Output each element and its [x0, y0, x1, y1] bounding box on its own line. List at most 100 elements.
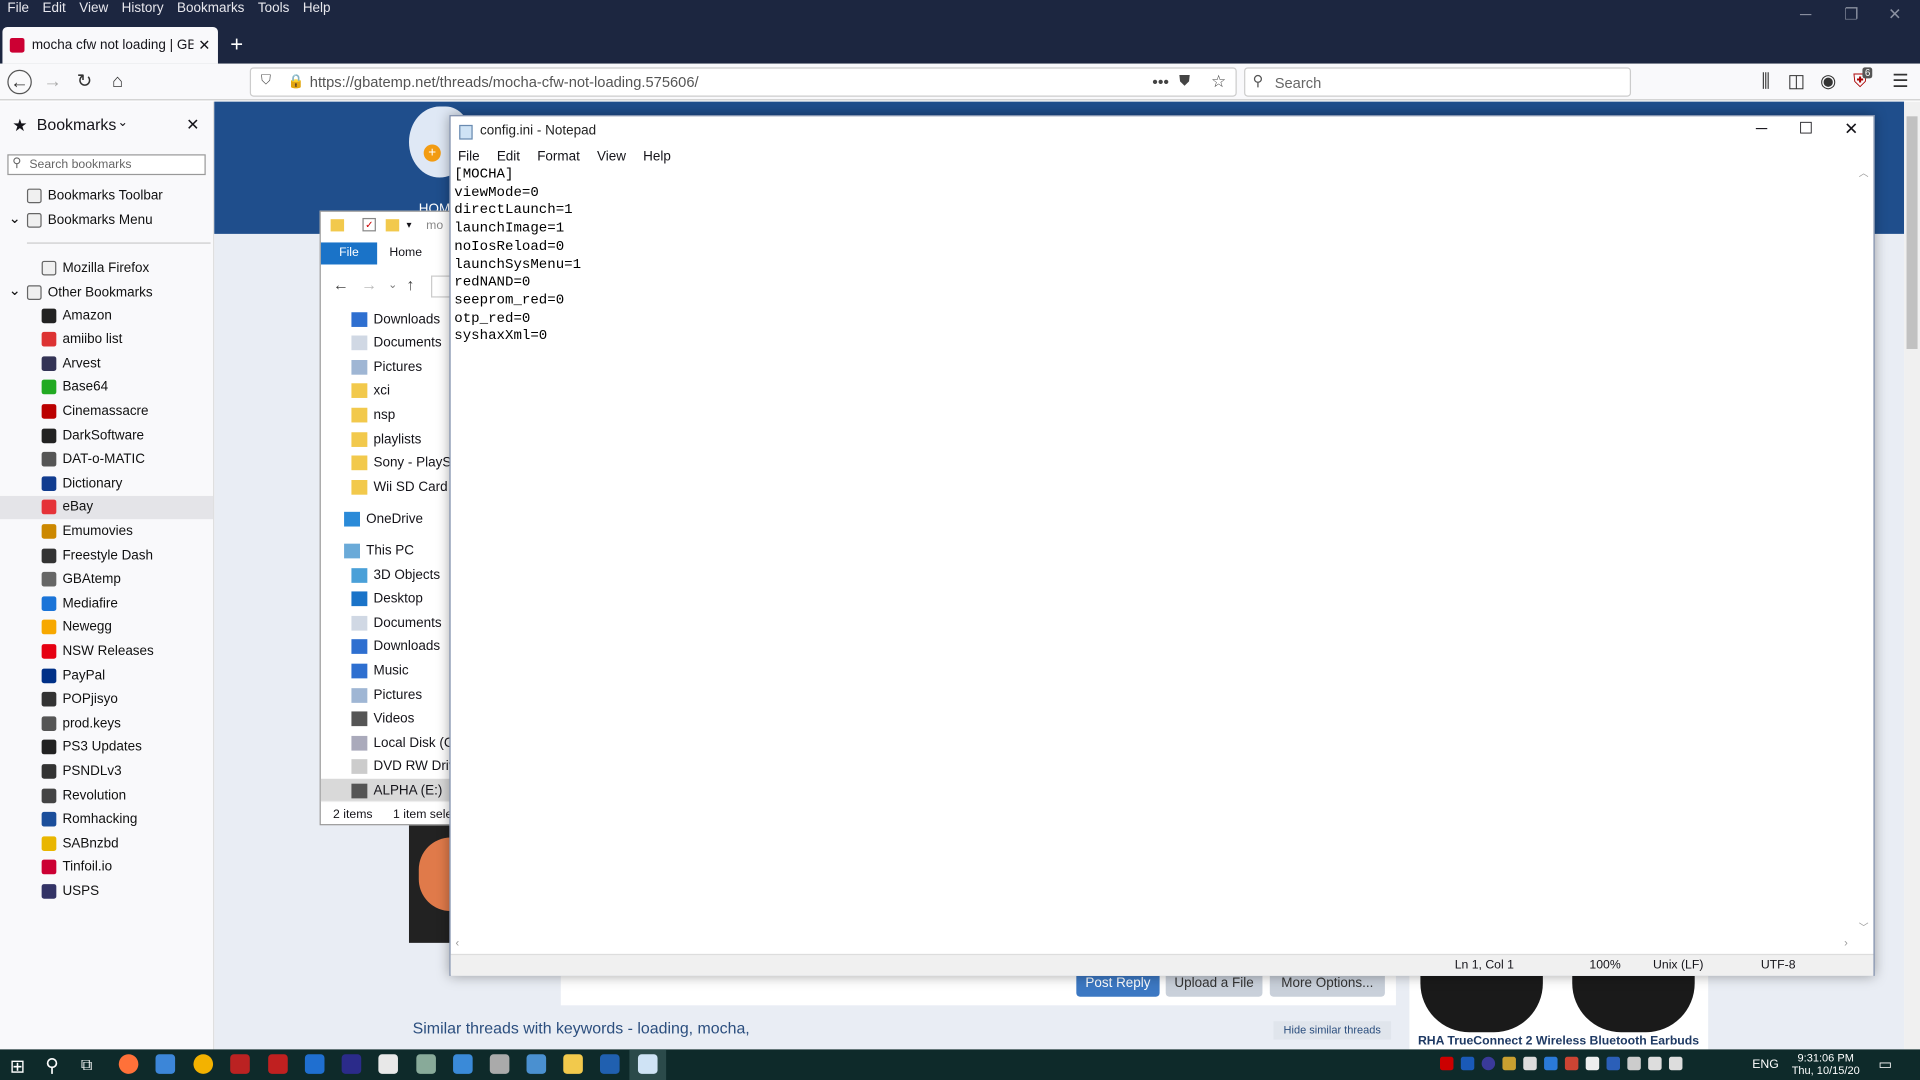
- maximize-icon[interactable]: ☐: [1799, 119, 1813, 139]
- nav-pane-item[interactable]: xci: [321, 379, 453, 402]
- restore-icon[interactable]: ❐: [1844, 5, 1858, 25]
- language-indicator[interactable]: ENG: [1752, 1058, 1779, 1071]
- bookmark-item[interactable]: PayPal: [0, 664, 213, 687]
- bookmark-item[interactable]: Romhacking: [0, 808, 213, 831]
- scroll-right-icon[interactable]: ›: [1844, 937, 1848, 949]
- nav-pane-item[interactable]: Local Disk (C:): [321, 731, 453, 754]
- recent-dropdown-icon[interactable]: ⌄: [388, 278, 397, 291]
- back-button[interactable]: ←: [7, 69, 32, 95]
- bookmark-item[interactable]: USPS: [0, 880, 213, 903]
- monitor-taskbar-icon[interactable]: [304, 1054, 325, 1074]
- bookmark-folder-bookmarks-toolbar[interactable]: Bookmarks Toolbar: [0, 184, 213, 207]
- bookmark-folder-other-bookmarks[interactable]: ⌄ Other Bookmarks: [0, 280, 213, 303]
- bookmark-item[interactable]: amiibo list: [0, 328, 213, 351]
- browser-menu-view[interactable]: View: [72, 0, 114, 20]
- notepad-taskbar-icon[interactable]: [637, 1054, 658, 1074]
- display-taskbar-icon[interactable]: [453, 1054, 473, 1074]
- system-tray[interactable]: [1440, 1056, 1746, 1074]
- tray-circle-icon[interactable]: [1481, 1056, 1496, 1071]
- bookmark-item[interactable]: Dictionary: [0, 472, 213, 495]
- search-icon[interactable]: ⚲: [45, 1054, 58, 1077]
- bookmark-item[interactable]: Revolution: [0, 784, 213, 807]
- notification-icon[interactable]: ▭: [1878, 1056, 1892, 1073]
- nav-pane-item[interactable]: playlists: [321, 427, 453, 450]
- close-icon[interactable]: ✕: [1844, 119, 1858, 140]
- tray-check-icon[interactable]: [1502, 1056, 1516, 1071]
- notepad-window[interactable]: config.ini - Notepad ─ ☐ ✕ File Edit Forma…: [449, 115, 1875, 976]
- notepad-menu-help[interactable]: Help: [643, 149, 671, 164]
- nav-pane-item[interactable]: Downloads: [321, 635, 453, 658]
- sidebar-title[interactable]: Bookmarks: [37, 115, 117, 133]
- new-tab-button[interactable]: +: [230, 32, 243, 58]
- browser-menu-help[interactable]: Help: [295, 0, 336, 20]
- quick-access-dropdown-icon[interactable]: ▾: [407, 219, 412, 230]
- notepad-menu-view[interactable]: View: [597, 149, 626, 164]
- nav-pane-item[interactable]: Documents: [321, 611, 453, 634]
- nav-pane-item[interactable]: Documents: [321, 331, 453, 354]
- start-windows-icon[interactable]: ⊞: [10, 1056, 25, 1078]
- hide-similar-button[interactable]: Hide similar threads: [1273, 1021, 1392, 1040]
- browser-menu-history[interactable]: History: [114, 0, 169, 20]
- network-icon[interactable]: [1648, 1056, 1662, 1071]
- volume-icon[interactable]: [1668, 1056, 1683, 1071]
- pocket-icon[interactable]: ⛊: [1179, 72, 1190, 90]
- shield-icon[interactable]: ⛉: [261, 73, 271, 89]
- battery-icon[interactable]: [1627, 1056, 1641, 1071]
- page-scrollbar-thumb[interactable]: [1906, 116, 1918, 349]
- ribbon-home-tab[interactable]: Home: [389, 246, 422, 259]
- bookmark-folder-mozilla-firefox[interactable]: Mozilla Firefox: [0, 256, 213, 279]
- account-icon[interactable]: ◉: [1816, 70, 1840, 94]
- scroll-left-icon[interactable]: ‹: [456, 937, 460, 949]
- xbox-taskbar-icon[interactable]: [378, 1054, 398, 1074]
- nav-pane-item[interactable]: nsp: [321, 403, 453, 426]
- bookmark-item[interactable]: Base64: [0, 376, 213, 399]
- forward-button[interactable]: →: [40, 70, 64, 94]
- close-window-icon[interactable]: ✕: [1888, 5, 1901, 25]
- nav-pane-item[interactable]: Pictures: [321, 683, 453, 706]
- nav-pane-item[interactable]: Sony - PlayStat: [321, 451, 453, 474]
- hamburger-menu-icon[interactable]: ☰: [1888, 70, 1912, 94]
- bluetooth-icon[interactable]: [1544, 1056, 1558, 1071]
- chevron-down-icon[interactable]: ⌄: [118, 116, 128, 129]
- bookmark-item[interactable]: Tinfoil.io: [0, 856, 213, 879]
- bookmark-item[interactable]: DarkSoftware: [0, 424, 213, 447]
- chevron-down-icon[interactable]: ⌄: [9, 282, 21, 299]
- tray-m-icon[interactable]: [1440, 1056, 1454, 1071]
- scroll-up-icon[interactable]: ︿: [1859, 167, 1869, 180]
- ad-caption[interactable]: RHA TrueConnect 2 Wireless Bluetooth Ear…: [1418, 1035, 1699, 1048]
- browser-menu-tools[interactable]: Tools: [251, 0, 296, 20]
- notepad-menu-file[interactable]: File: [458, 149, 480, 164]
- calculator-taskbar-icon[interactable]: [489, 1054, 510, 1074]
- bookmark-item[interactable]: Emumovies: [0, 520, 213, 543]
- notepad-text-area[interactable]: [MOCHA] viewMode=0 directLaunch=1 launch…: [454, 167, 581, 347]
- bookmark-item[interactable]: Mediafire: [0, 592, 213, 615]
- nav-pane-item[interactable]: Pictures: [321, 355, 453, 378]
- horizontal-scrollbar[interactable]: ‹ ›: [453, 937, 1854, 953]
- nav-pane-item[interactable]: Wii SD Card: [321, 475, 453, 498]
- bookmark-item[interactable]: SABnzbd: [0, 832, 213, 855]
- game-taskbar-icon[interactable]: [230, 1054, 250, 1074]
- ribbon-file-tab[interactable]: File: [320, 242, 378, 265]
- bookmark-folder-bookmarks-menu[interactable]: ⌄ Bookmarks Menu: [0, 208, 213, 231]
- tray-app-icon[interactable]: [1460, 1056, 1475, 1071]
- store-taskbar-icon[interactable]: [600, 1054, 620, 1074]
- home-button[interactable]: ⌂: [105, 70, 129, 94]
- properties-icon[interactable]: ✓: [362, 217, 376, 232]
- bookmark-item[interactable]: Arvest: [0, 352, 213, 375]
- browser-menu-file[interactable]: File: [0, 0, 35, 20]
- explorer-back-icon[interactable]: ←: [333, 276, 349, 294]
- page-actions-icon[interactable]: •••: [1152, 72, 1169, 90]
- chrome-taskbar-icon[interactable]: [193, 1054, 214, 1074]
- task-view-icon[interactable]: ⧉: [81, 1056, 92, 1076]
- bookmark-search-input[interactable]: ⚲ Search bookmarks: [7, 154, 206, 176]
- tray-red-icon[interactable]: [1564, 1056, 1579, 1071]
- bookmark-item[interactable]: prod.keys: [0, 712, 213, 735]
- close-tab-icon[interactable]: ✕: [198, 37, 210, 54]
- bookmark-item[interactable]: PS3 Updates: [0, 736, 213, 759]
- url-bar[interactable]: ⛉ 🔒 https://gbatemp.net/threads/mocha-cf…: [249, 67, 1237, 97]
- bookmark-star-icon[interactable]: ☆: [1211, 71, 1226, 92]
- bookmark-item[interactable]: GBAtemp: [0, 568, 213, 591]
- nav-pane-item[interactable]: Desktop: [321, 587, 453, 610]
- nav-pane-item[interactable]: ALPHA (E:): [320, 779, 454, 803]
- bookmark-item[interactable]: Newegg: [0, 616, 213, 639]
